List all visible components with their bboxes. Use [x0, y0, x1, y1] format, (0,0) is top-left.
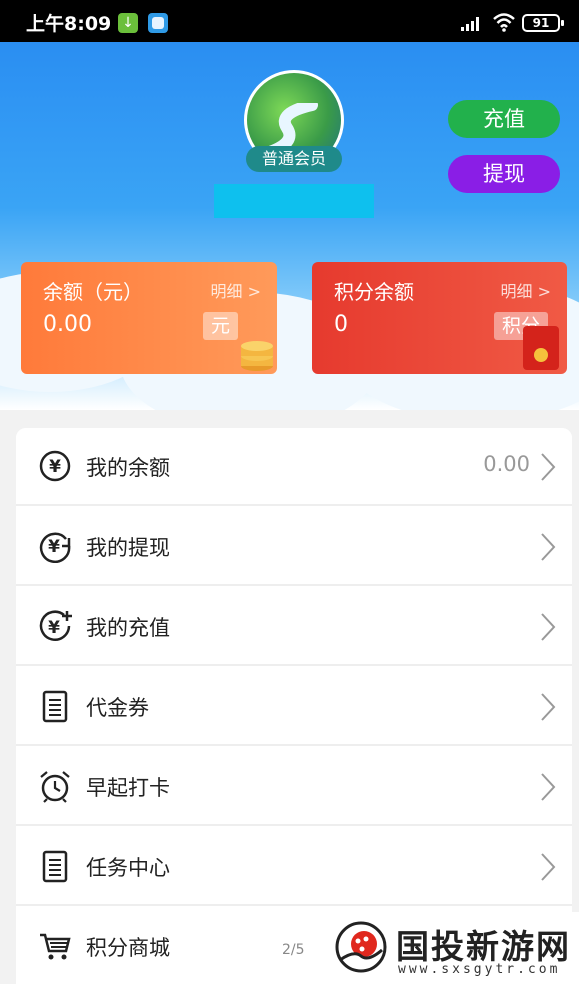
menu-label: 我的提现 — [86, 536, 170, 560]
yuan-recharge-icon: ¥ — [39, 610, 72, 641]
site-watermark: 国投新游网 www.sxsgytr.com — [326, 912, 579, 984]
balance-card-title: 余额（元） — [43, 280, 143, 304]
cart-icon — [40, 933, 71, 960]
menu-label: 任务中心 — [86, 856, 170, 880]
points-value: 0 — [334, 312, 348, 337]
chevron-right-icon — [541, 533, 556, 561]
coins-icon — [241, 341, 273, 371]
svg-text:¥: ¥ — [48, 537, 60, 557]
balance-unit-chip: 元 — [203, 312, 239, 340]
watermark-name: 国投新游网 — [396, 927, 571, 966]
chevron-right-icon — [541, 693, 556, 721]
points-card-title: 积分余额 — [334, 280, 414, 304]
app-notification-icon — [148, 13, 168, 33]
chevron-right-icon — [541, 853, 556, 881]
member-level-badge: 普通会员 — [246, 146, 342, 172]
balance-value: 0.00 — [43, 312, 92, 337]
menu-item-my-withdraw[interactable]: ¥ 我的提现 — [16, 508, 572, 586]
svg-text:¥: ¥ — [49, 457, 61, 477]
watermark-logo-icon — [335, 921, 387, 973]
status-bar: 上午8:09 ↓ 91 — [0, 0, 579, 42]
battery-icon: 91 — [522, 14, 564, 32]
signal-icon — [461, 17, 479, 31]
svg-text:¥: ¥ — [48, 618, 60, 638]
chevron-right-icon — [541, 613, 556, 641]
menu-item-vouchers[interactable]: 代金券 — [16, 668, 572, 746]
yuan-circle-icon: ¥ — [39, 450, 71, 482]
balance-card[interactable]: 余额（元） 明细 > 0.00 元 — [21, 262, 277, 374]
red-packet-icon — [523, 326, 559, 370]
withdraw-button[interactable]: 提现 — [448, 155, 560, 193]
menu-item-task-center[interactable]: 任务中心 — [16, 828, 572, 906]
page-indicator: 2/5 — [282, 942, 305, 958]
points-detail-link[interactable]: 明细 > — [501, 278, 552, 302]
menu-label: 早起打卡 — [86, 776, 170, 800]
chevron-right-icon — [541, 773, 556, 801]
clipboard-icon — [42, 690, 68, 723]
alarm-clock-icon — [40, 771, 70, 803]
download-icon: ↓ — [118, 13, 138, 33]
account-menu: ¥ 我的余额 0.00 ¥ 我的提现 ¥ 我的充值 代金券 早起打卡 任务中心 … — [16, 428, 572, 984]
chevron-right-icon — [541, 453, 556, 481]
status-time: 上午8:09 — [26, 13, 112, 35]
menu-item-early-checkin[interactable]: 早起打卡 — [16, 748, 572, 826]
clipboard-icon — [42, 850, 68, 883]
menu-item-my-balance[interactable]: ¥ 我的余额 0.00 — [16, 428, 572, 506]
watermark-url: www.sxsgytr.com — [398, 962, 561, 977]
menu-item-my-recharge[interactable]: ¥ 我的充值 — [16, 588, 572, 666]
menu-label: 积分商城 — [86, 936, 170, 960]
points-card[interactable]: 积分余额 明细 > 0 积分 — [312, 262, 567, 374]
menu-label: 代金券 — [86, 696, 149, 720]
menu-value: 0.00 — [483, 452, 530, 476]
yuan-withdraw-icon: ¥ — [39, 532, 71, 563]
recharge-button[interactable]: 充值 — [448, 100, 560, 138]
username-redacted — [214, 184, 374, 218]
balance-detail-link[interactable]: 明细 > — [211, 278, 262, 302]
menu-label: 我的余额 — [86, 456, 170, 480]
menu-label: 我的充值 — [86, 616, 170, 640]
wifi-icon — [493, 13, 515, 32]
